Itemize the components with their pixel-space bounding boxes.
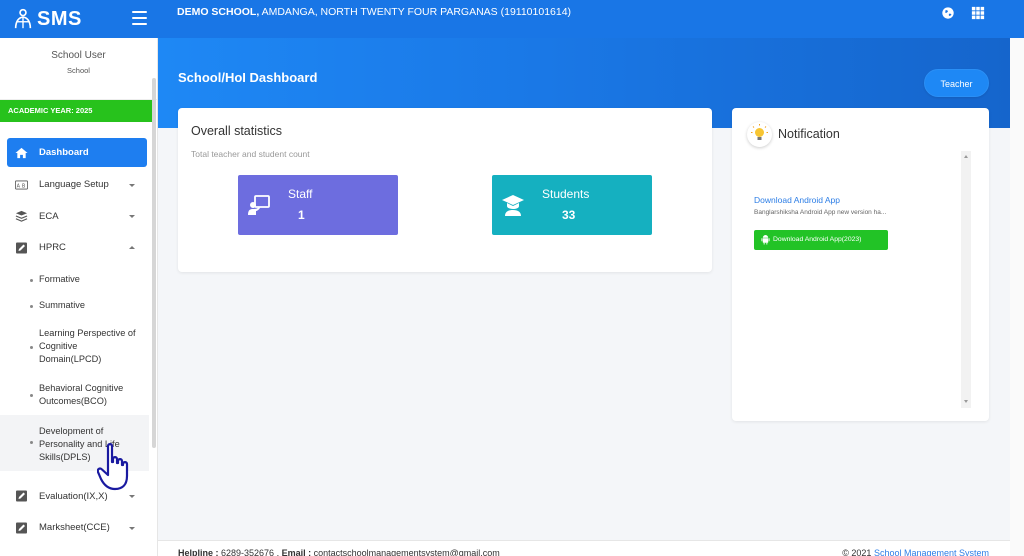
- notification-scrollbar[interactable]: [961, 151, 971, 408]
- sidebar-subitem-label: Formative: [39, 273, 80, 284]
- bullet-icon: [30, 278, 33, 282]
- school-name: DEMO SCHOOL, AMDANGA, NORTH TWENTY FOUR …: [177, 0, 571, 24]
- brand-name: SMS: [37, 7, 82, 30]
- apps-grid-icon[interactable]: [971, 6, 985, 20]
- chevron-up-icon: [129, 245, 135, 249]
- system-name-link[interactable]: School Management System: [874, 548, 989, 556]
- chevron-down-icon: [129, 215, 135, 219]
- lightbulb-icon: [747, 122, 772, 147]
- sidebar-item-label: Language Setup: [39, 179, 109, 191]
- school-name-rest: AMDANGA, NORTH TWENTY FOUR PARGANAS (191…: [259, 6, 572, 18]
- helpline-info: Helpline : 6289-352676 , Email : contact…: [178, 548, 500, 556]
- sidebar-item-marksheet[interactable]: Marksheet(CCE): [0, 512, 153, 544]
- sidebar-subitem-formative[interactable]: Formative: [0, 264, 153, 294]
- sidebar-item-eca[interactable]: ECA: [0, 201, 153, 233]
- svg-text:B: B: [22, 183, 25, 189]
- chevron-down-icon: [129, 495, 135, 499]
- sidebar-subitem-summative[interactable]: Summative: [0, 294, 153, 320]
- teacher-button[interactable]: Teacher: [924, 69, 989, 97]
- user-role: School: [67, 66, 90, 75]
- copyright: © 2021 School Management System: [842, 548, 989, 556]
- students-label: Students: [542, 187, 590, 201]
- menu-toggle-icon[interactable]: [132, 11, 147, 25]
- layers-icon: [15, 211, 28, 222]
- svg-text:A: A: [17, 183, 21, 189]
- helpline-label: Helpline :: [178, 548, 219, 556]
- notification-text: Banglarshiksha Android App new version h…: [754, 209, 887, 216]
- sidebar-item-hprc[interactable]: HPRC: [0, 232, 153, 264]
- sidebar-item-language-setup[interactable]: A B Language Setup: [0, 169, 153, 201]
- globe-icon[interactable]: [941, 6, 955, 20]
- contact-email: contactschoolmanagementsystem@gmail.com: [311, 548, 500, 556]
- sidebar-item-label: Evaluation(IX,X): [39, 490, 108, 502]
- chevron-down-icon: [129, 526, 135, 530]
- sidebar-subitem-label: Summative: [39, 299, 85, 310]
- edit-icon: [16, 242, 27, 254]
- page-title: School/HoI Dashboard: [178, 70, 318, 85]
- sidebar-subitem-label: Learning Perspective of Cognitive Domain…: [39, 327, 136, 364]
- sidebar-scrollbar[interactable]: [152, 78, 156, 448]
- bullet-icon: [30, 345, 33, 349]
- sidebar-menu: Dashboard A B Language Setup ECA HPRC Fo…: [0, 138, 153, 544]
- overall-statistics-card: Overall statistics Total teacher and stu…: [178, 108, 712, 272]
- download-android-app-button[interactable]: Download Android App(2023): [754, 230, 888, 250]
- scroll-up-icon[interactable]: [964, 155, 968, 158]
- sidebar-subitem-lpcd[interactable]: Learning Perspective of Cognitive Domain…: [0, 320, 153, 375]
- sidebar-item-label: ECA: [39, 210, 59, 222]
- sidebar-item-evaluation[interactable]: Evaluation(IX,X): [0, 481, 153, 513]
- helpline-number: 6289-352676 ,: [218, 548, 280, 556]
- user-name: School User: [51, 50, 106, 61]
- home-icon: [15, 147, 28, 158]
- download-button-label: Download Android App(2023): [773, 236, 862, 243]
- email-label: Email :: [279, 548, 312, 556]
- students-count: 33: [562, 208, 576, 222]
- sidebar-subitem-bco[interactable]: Behavioral Cognitive Outcomes(BCO): [0, 375, 153, 415]
- copyright-text: © 2021: [842, 548, 874, 556]
- top-navbar: SMS DEMO SCHOOL, AMDANGA, NORTH TWENTY F…: [0, 0, 1024, 38]
- staff-count: 1: [298, 208, 305, 222]
- sidebar-item-label: Marksheet(CCE): [39, 522, 110, 534]
- edit-icon: [16, 522, 27, 534]
- edit-icon: [16, 490, 27, 502]
- notification-card: Notification Download Android App Bangla…: [732, 108, 989, 421]
- graduate-icon: [502, 195, 524, 216]
- academic-year-badge: ACADEMIC YEAR: 2025: [0, 100, 153, 122]
- sidebar-subitem-dpls[interactable]: Development of Personality and Life Skil…: [0, 414, 149, 471]
- sidebar-item-label: HPRC: [39, 242, 66, 254]
- user-panel: School User School: [0, 38, 157, 100]
- staff-stat-box[interactable]: Staff 1: [238, 175, 398, 235]
- stats-title: Overall statistics: [191, 124, 282, 138]
- school-name-bold: DEMO SCHOOL,: [177, 6, 260, 18]
- stats-subtitle: Total teacher and student count: [191, 149, 310, 159]
- students-stat-box[interactable]: Students 33: [492, 175, 652, 235]
- sidebar: School User School ACADEMIC YEAR: 2025 D…: [0, 38, 158, 556]
- sidebar-item-label: Dashboard: [39, 147, 89, 158]
- download-app-link[interactable]: Download Android App: [754, 195, 840, 205]
- school-logo-icon: [14, 8, 32, 29]
- notification-title: Notification: [778, 127, 840, 141]
- bullet-icon: [30, 440, 33, 444]
- sidebar-subitem-label: Behavioral Cognitive Outcomes(BCO): [39, 382, 124, 406]
- teacher-board-icon: [248, 195, 270, 215]
- footer: Helpline : 6289-352676 , Email : contact…: [158, 540, 1010, 556]
- android-icon: [761, 235, 770, 245]
- scroll-down-icon[interactable]: [964, 400, 968, 403]
- staff-label: Staff: [288, 187, 313, 201]
- sidebar-item-dashboard[interactable]: Dashboard: [7, 138, 147, 167]
- bullet-icon: [30, 304, 33, 308]
- sidebar-subitem-label: Development of Personality and Life Skil…: [39, 425, 120, 462]
- chevron-down-icon: [129, 183, 135, 187]
- language-icon: A B: [15, 180, 28, 190]
- bullet-icon: [30, 393, 33, 397]
- page-scrollbar[interactable]: [1010, 38, 1024, 556]
